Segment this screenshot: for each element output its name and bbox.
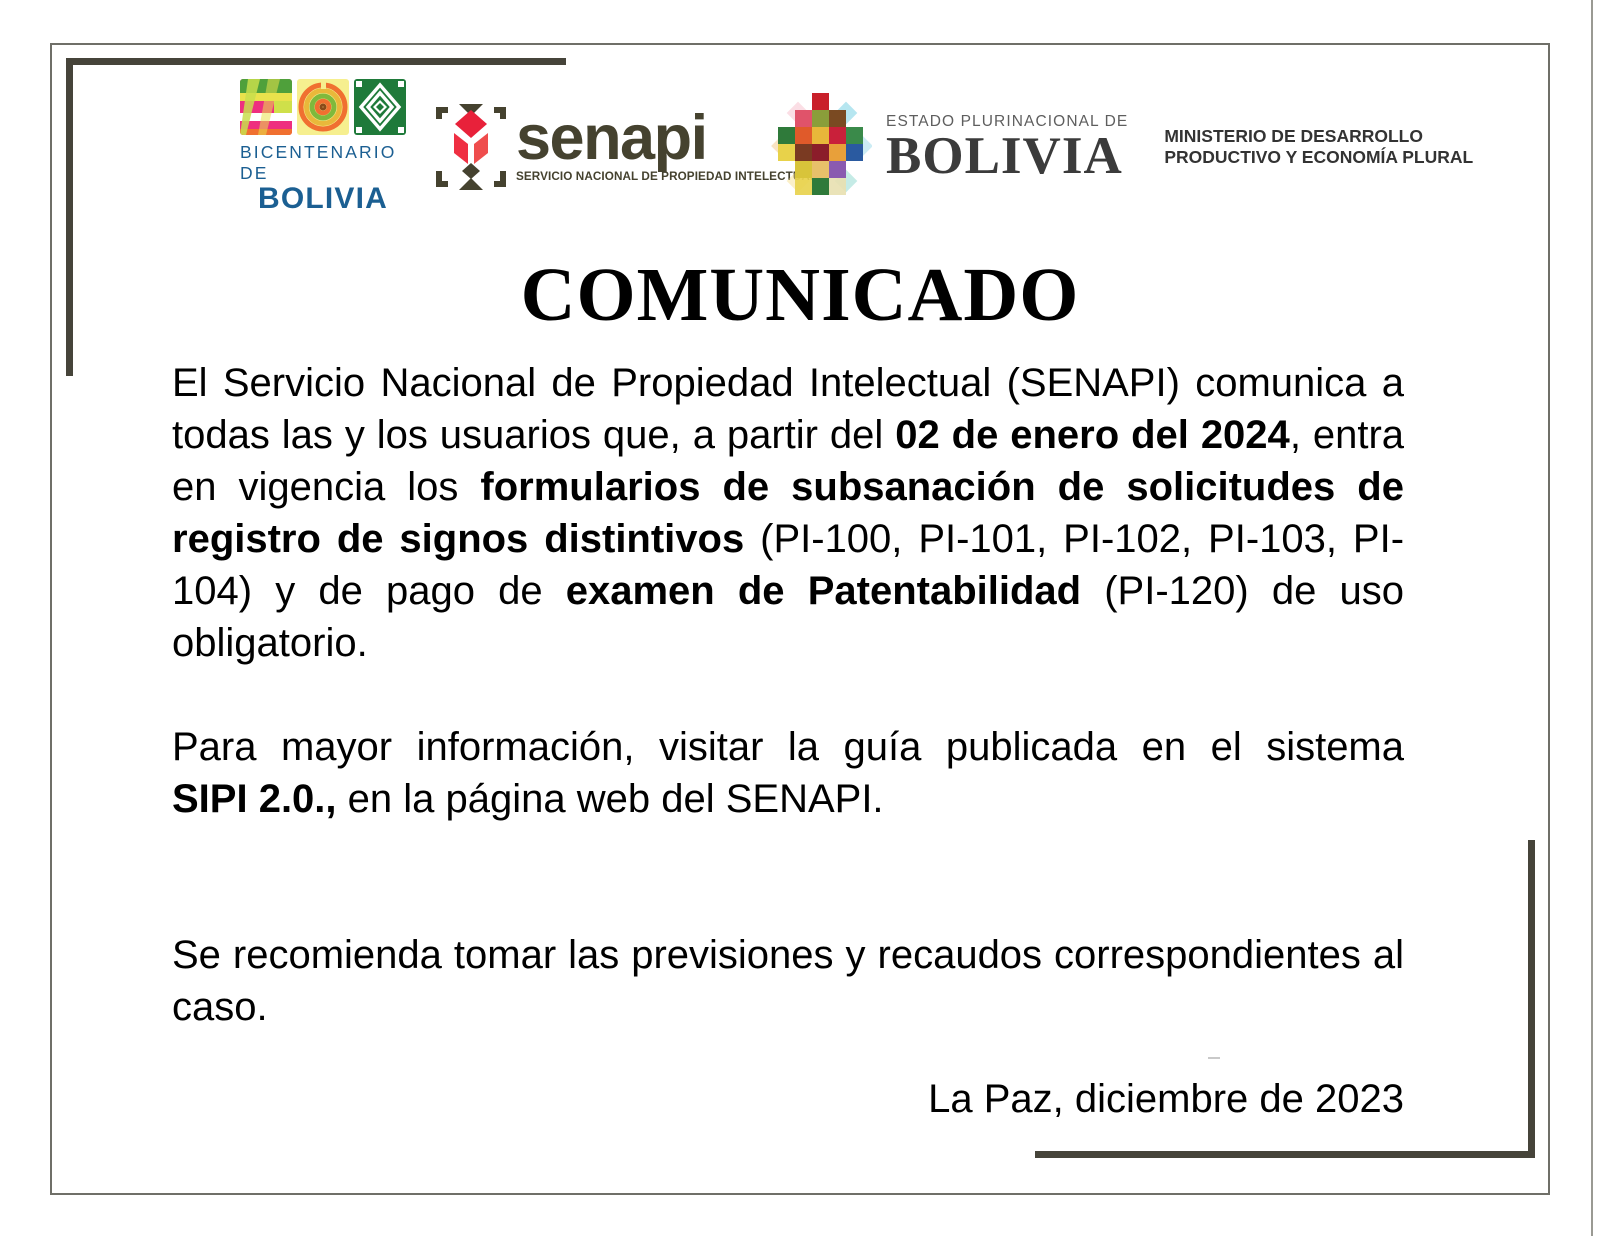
signature-line: La Paz, diciembre de 2023 — [928, 1077, 1404, 1121]
logo-estado-plurinacional: ESTADO PLURINACIONAL DE BOLIVIA — [768, 87, 1128, 207]
logo-bicentenario-de-bolivia: BICENTENARIO DE BOLIVIA — [240, 79, 406, 215]
document-page: BICENTENARIO DE BOLIVIA senapi SERVICIO … — [0, 0, 1600, 1236]
p2-seg-3: en la página web del SENAPI. — [336, 777, 884, 821]
bicentenario-tile-pink — [240, 79, 292, 136]
logo-senapi: senapi SERVICIO NACIONAL DE PROPIEDAD IN… — [430, 101, 817, 193]
logo-ministerio-text: MINISTERIO DE DESARROLLO PRODUCTIVO Y EC… — [1164, 126, 1473, 169]
right-edge-rule — [1591, 0, 1593, 1236]
andean-cross-icon — [768, 87, 873, 207]
paragraph-spacer-1 — [172, 669, 1404, 721]
ministerio-line-2: PRODUCTIVO Y ECONOMÍA PLURAL — [1164, 147, 1474, 167]
paragraph-1: El Servicio Nacional de Propiedad Intele… — [172, 357, 1404, 669]
paragraph-spacer-2 — [172, 825, 1404, 929]
page-title: COMUNICADO — [520, 253, 1080, 337]
estado-wordmark-block: ESTADO PLURINACIONAL DE BOLIVIA — [886, 113, 1128, 185]
p1-seg-6-bold: examen de Patentabilidad — [565, 569, 1082, 613]
bicentenario-tile-spiral — [297, 79, 349, 136]
p3-seg-1: Se recomienda tomar las previsiones y re… — [172, 933, 1404, 1029]
p2-seg-1: Para mayor información, visitar la guía … — [172, 725, 1404, 769]
header-logo-strip: BICENTENARIO DE BOLIVIA senapi SERVICIO … — [240, 79, 1473, 215]
paragraph-3: Se recomienda tomar las previsiones y re… — [172, 929, 1404, 1033]
bicentenario-tile-green — [354, 79, 406, 136]
bicentenario-label-bottom: BOLIVIA — [257, 182, 389, 216]
bicentenario-label-top: BICENTENARIO DE — [240, 142, 397, 184]
communique-body: El Servicio Nacional de Propiedad Intele… — [172, 357, 1404, 1033]
estado-label-bottom: BOLIVIA — [886, 126, 1123, 185]
bicentenario-tiles — [240, 79, 406, 136]
paragraph-2: Para mayor información, visitar la guía … — [172, 721, 1404, 825]
p2-seg-2-bold: SIPI 2.0., — [172, 777, 337, 821]
senapi-cube-icon — [430, 101, 512, 193]
stray-mark — [1208, 1057, 1220, 1059]
p1-seg-2-bold: 02 de enero del 2024 — [895, 413, 1290, 457]
ministerio-line-1: MINISTERIO DE DESARROLLO — [1164, 125, 1423, 146]
